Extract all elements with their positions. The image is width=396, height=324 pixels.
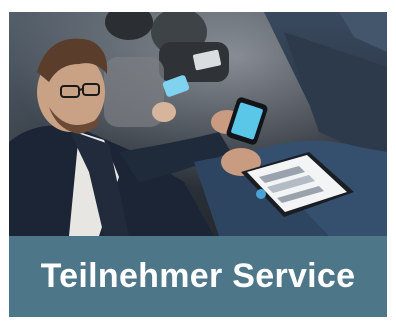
teilnehmer-service-card[interactable]: Teilnehmer Service (9, 12, 387, 317)
title-banner[interactable]: Teilnehmer Service (9, 236, 387, 317)
attendee-photo (9, 12, 387, 236)
card-title: Teilnehmer Service (40, 257, 356, 295)
